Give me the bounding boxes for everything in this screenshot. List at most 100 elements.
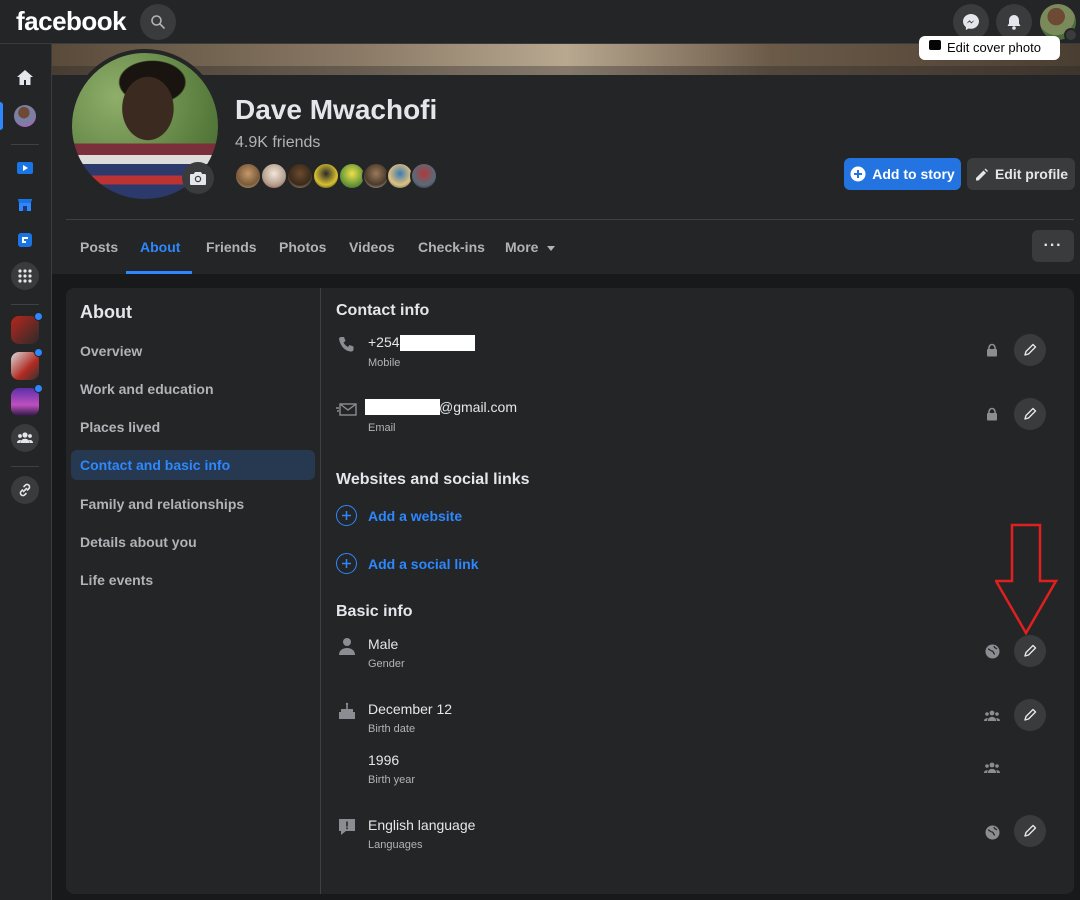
notifications-button[interactable] (996, 4, 1032, 40)
active-tab-indicator (126, 271, 192, 274)
search-icon (151, 15, 165, 29)
rail-active-indicator (0, 102, 3, 130)
edit-languages-button[interactable] (1014, 815, 1046, 847)
add-website-plus-icon[interactable] (336, 505, 357, 526)
top-bar: facebook (0, 0, 1080, 44)
friends-audience-icon[interactable] (984, 708, 1000, 724)
tab-photos[interactable]: Photos (279, 239, 326, 255)
facebook-logo[interactable]: facebook (16, 6, 127, 37)
about-card: About Overview Work and education Places… (66, 288, 1074, 894)
about-card-divider (320, 288, 321, 894)
about-nav-work-education[interactable]: Work and education (71, 374, 315, 404)
tab-more[interactable]: More (505, 239, 556, 255)
edit-gender-button[interactable] (1014, 635, 1046, 667)
ellipsis-icon: ··· (1043, 237, 1063, 254)
edit-cover-photo-button[interactable]: Edit cover photo (919, 36, 1060, 60)
about-nav-contact-basic-info[interactable]: Contact and basic info (71, 450, 315, 480)
profile-name: Dave Mwachofi (235, 94, 438, 125)
gender-label: Gender (368, 658, 405, 670)
lock-icon[interactable] (984, 406, 1000, 422)
add-social-link[interactable]: Add a social link (368, 556, 478, 572)
lock-icon[interactable] (984, 342, 1000, 358)
birth-year-value: 1996 (368, 752, 400, 768)
edit-profile-label: Edit profile (994, 166, 1069, 182)
pencil-icon (1024, 343, 1037, 356)
caret-down-icon (547, 245, 556, 251)
tab-videos[interactable]: Videos (349, 239, 395, 255)
friend-avatar[interactable] (312, 162, 340, 190)
shortcut-game-csr2-icon[interactable] (11, 312, 43, 344)
rail-divider (11, 466, 39, 467)
bell-icon (1007, 15, 1021, 30)
watch-icon[interactable] (11, 154, 39, 182)
messenger-button[interactable] (953, 4, 989, 40)
friends-count[interactable]: 4.9K friends (235, 134, 320, 152)
add-website-link[interactable]: Add a website (368, 508, 462, 524)
about-nav-family-relationships[interactable]: Family and relationships (71, 489, 315, 519)
marketplace-icon[interactable] (11, 190, 39, 218)
phone-value: +254 (368, 334, 400, 350)
rail-divider (11, 304, 39, 305)
account-menu-chevron-icon[interactable] (1064, 28, 1078, 42)
menu-grid-icon[interactable] (11, 262, 39, 290)
gaming-icon[interactable] (11, 226, 39, 254)
pencil-icon (975, 168, 988, 180)
more-options-button[interactable]: ··· (1032, 230, 1074, 262)
home-icon[interactable] (11, 64, 39, 92)
tab-about[interactable]: About (140, 239, 180, 255)
friend-avatar[interactable] (260, 162, 288, 190)
redaction-bar (365, 399, 440, 415)
update-profile-picture-button[interactable] (182, 162, 214, 194)
birthday-cake-icon (336, 700, 358, 722)
camera-icon (190, 172, 206, 185)
about-nav-life-events[interactable]: Life events (71, 565, 315, 595)
languages-value: English language (368, 817, 476, 833)
header-divider (66, 219, 1074, 220)
about-nav-details-about-you[interactable]: Details about you (71, 527, 315, 557)
birth-date-label: Birth date (368, 723, 416, 735)
email-value: @gmail.com (439, 399, 518, 415)
globe-icon[interactable] (984, 643, 1000, 659)
tab-more-label: More (505, 239, 539, 255)
messenger-icon (963, 14, 979, 30)
pencil-icon (1024, 708, 1037, 721)
notification-dot (34, 384, 43, 393)
about-nav-places-lived[interactable]: Places lived (71, 412, 315, 442)
pencil-icon (1024, 407, 1037, 420)
add-social-link-plus-icon[interactable] (336, 553, 357, 574)
about-nav-overview[interactable]: Overview (71, 336, 315, 366)
plus-circle-icon (850, 166, 866, 182)
groups-icon[interactable] (11, 424, 39, 452)
edit-phone-button[interactable] (1014, 334, 1046, 366)
edit-birthday-button[interactable] (1014, 699, 1046, 731)
annotation-arrow-icon (995, 523, 1059, 635)
rail-divider (11, 144, 39, 145)
shortcut-game-purple-icon[interactable] (11, 384, 43, 416)
friend-avatar[interactable] (410, 162, 438, 190)
tab-check-ins[interactable]: Check-ins (418, 239, 485, 255)
friend-avatar[interactable] (234, 162, 262, 190)
notification-dot (34, 348, 43, 357)
tab-posts[interactable]: Posts (80, 239, 118, 255)
languages-label: Languages (368, 839, 423, 851)
link-icon[interactable] (11, 476, 39, 504)
profile-shortcut-avatar[interactable] (11, 102, 39, 130)
redaction-bar (400, 335, 475, 351)
friends-audience-icon[interactable] (984, 760, 1000, 776)
gender-person-icon (336, 635, 358, 657)
email-label: Email (368, 422, 396, 434)
birth-year-label: Birth year (368, 774, 416, 786)
shortcut-game-racing-icon[interactable] (11, 348, 43, 380)
add-to-story-button[interactable]: Add to story (844, 158, 961, 190)
search-button[interactable] (140, 4, 176, 40)
left-shortcut-rail (0, 44, 52, 900)
edit-email-button[interactable] (1014, 398, 1046, 430)
email-icon (336, 399, 358, 421)
contact-info-title: Contact info (336, 302, 430, 319)
gender-value: Male (368, 636, 399, 652)
friend-avatar[interactable] (286, 162, 314, 190)
globe-icon[interactable] (984, 824, 1000, 840)
basic-info-title: Basic info (336, 603, 413, 620)
tab-friends[interactable]: Friends (206, 239, 257, 255)
edit-profile-button[interactable]: Edit profile (967, 158, 1075, 190)
